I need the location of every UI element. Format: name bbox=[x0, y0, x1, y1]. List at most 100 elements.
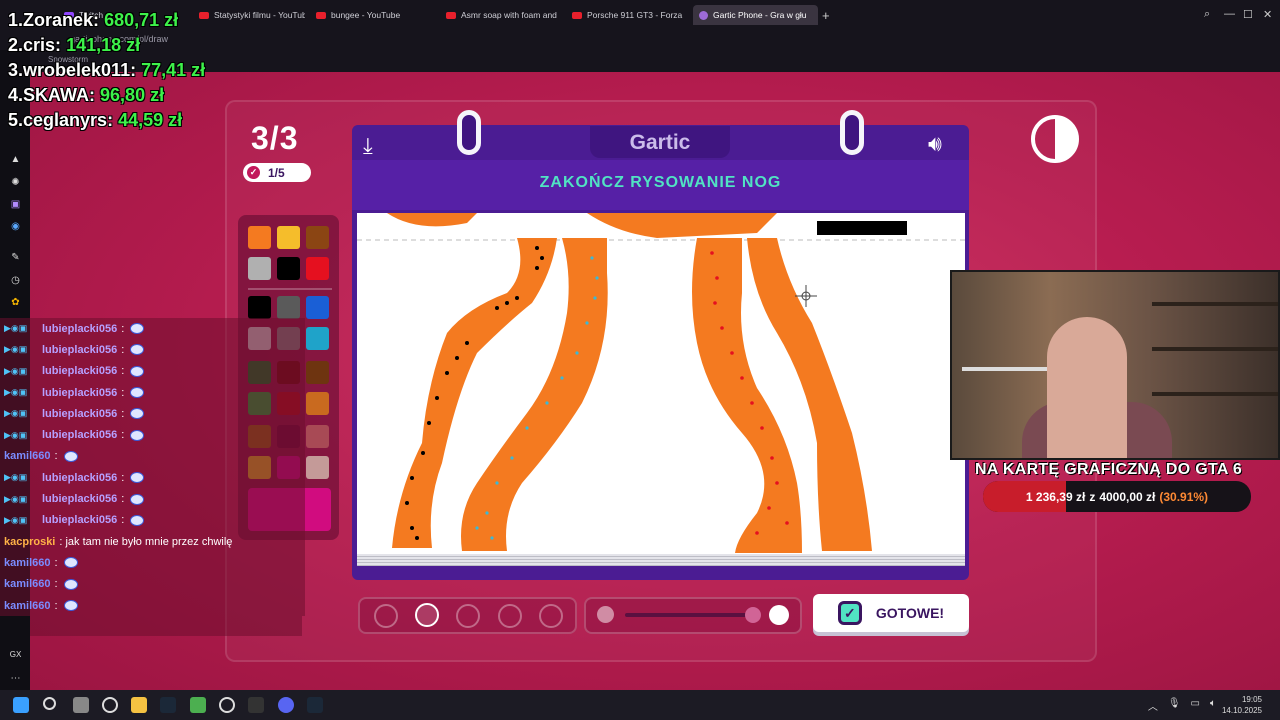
twitch-icon[interactable]: ▣ bbox=[9, 198, 22, 211]
color-swatch[interactable] bbox=[306, 456, 329, 479]
color-swatch[interactable] bbox=[248, 257, 271, 280]
notebook-pages bbox=[357, 554, 965, 566]
color-swatch[interactable] bbox=[306, 296, 329, 319]
emote-icon bbox=[130, 323, 145, 335]
steam-icon-2[interactable] bbox=[307, 697, 323, 713]
chat-text: : bbox=[121, 429, 125, 442]
chat-footer bbox=[30, 616, 302, 636]
slider-track bbox=[625, 613, 755, 617]
minecraft-icon[interactable] bbox=[190, 697, 206, 713]
messenger-icon[interactable]: ◉ bbox=[9, 220, 22, 233]
discord-icon[interactable] bbox=[278, 697, 294, 713]
chrome-icon[interactable] bbox=[219, 697, 235, 713]
chat-message: kacproski : jak tam nie było mnie przez c… bbox=[0, 530, 305, 553]
download-icon[interactable]: ⤓ bbox=[363, 133, 373, 159]
tab-porsche[interactable]: Porsche 911 GT3 - Forza bbox=[566, 5, 690, 25]
speaker-icon[interactable]: 🔈︎ bbox=[1210, 698, 1216, 713]
color-swatch[interactable] bbox=[306, 257, 329, 280]
search-icon[interactable] bbox=[43, 697, 56, 710]
chat-username[interactable]: lubieplacki056 bbox=[42, 493, 117, 505]
chat-text: : bbox=[121, 322, 125, 335]
pen-icon[interactable]: ✎ bbox=[9, 251, 22, 264]
color-swatch[interactable] bbox=[277, 296, 300, 319]
chat-text: : bbox=[54, 578, 58, 591]
tab-yt-stats[interactable]: Statystyki filmu - YouTube bbox=[193, 5, 305, 25]
obs-icon[interactable] bbox=[248, 697, 264, 713]
chat-username[interactable]: lubieplacki056 bbox=[42, 429, 117, 441]
extension-icon[interactable]: ✿ bbox=[9, 296, 22, 309]
donor-leaderboard: 1.Zoranek: 680,71 zł 2.cris: 141,18 zł 3.w… bbox=[8, 8, 205, 133]
chat-username[interactable]: lubieplacki056 bbox=[42, 472, 117, 484]
brush-size-3[interactable] bbox=[456, 604, 480, 628]
drawing-artwork bbox=[357, 213, 965, 553]
chat-text: : bbox=[54, 556, 58, 569]
color-swatch[interactable] bbox=[306, 327, 329, 350]
chat-text: : bbox=[121, 407, 125, 420]
more-icon[interactable]: ⋯ bbox=[9, 672, 22, 685]
network-icon[interactable]: ▭ bbox=[1191, 698, 1200, 713]
mic-icon[interactable]: 🎙︎ bbox=[1168, 698, 1181, 713]
tab-asmr[interactable]: Asmr soap with foam and bbox=[440, 5, 560, 25]
chat-username[interactable]: lubieplacki056 bbox=[42, 365, 117, 377]
chatgpt-icon[interactable]: ✺ bbox=[9, 176, 22, 189]
donor-entry: 3.wrobelek011: 77,41 zł bbox=[8, 60, 206, 80]
chat-username[interactable]: lubieplacki056 bbox=[42, 408, 117, 420]
chat-text: : jak tam nie było mnie przez chwilę bbox=[59, 535, 233, 548]
chat-username[interactable]: lubieplacki056 bbox=[42, 387, 117, 399]
done-button[interactable]: ✓ GOTOWE! bbox=[813, 594, 969, 632]
drawing-prompt: ZAKOŃCZ RYSOWANIE NOG bbox=[539, 174, 782, 191]
chat-text: : bbox=[54, 599, 58, 612]
goal-target: 4000,00 zł bbox=[1099, 489, 1156, 504]
steam-icon[interactable] bbox=[160, 697, 176, 713]
maximize-button[interactable]: ☐ bbox=[1243, 8, 1253, 21]
color-swatch[interactable] bbox=[306, 361, 329, 384]
gartic-icon bbox=[699, 10, 708, 20]
chat-username[interactable]: kamil660 bbox=[4, 450, 50, 462]
volume-icon[interactable]: 🔊︎ bbox=[928, 131, 942, 157]
close-window-button[interactable]: ✕ bbox=[1263, 8, 1272, 21]
chat-username[interactable]: kamil660 bbox=[4, 600, 50, 612]
color-swatch[interactable] bbox=[306, 226, 329, 249]
chat-message: ▶◉▣ lubieplacki056: bbox=[0, 488, 305, 510]
chat-username[interactable]: kamil660 bbox=[4, 557, 50, 569]
chat-message: kamil660: bbox=[0, 552, 305, 574]
search-tabs-icon[interactable]: ⌕ bbox=[1204, 8, 1210, 21]
minimize-button[interactable]: — bbox=[1224, 8, 1235, 20]
brush-size-1[interactable] bbox=[374, 604, 398, 628]
brush-size-2[interactable] bbox=[415, 603, 439, 627]
gx-icon[interactable]: GX bbox=[9, 648, 22, 661]
chat-text: : bbox=[54, 450, 58, 463]
color-swatch[interactable] bbox=[306, 425, 329, 448]
goal-current: 1 236,39 zł bbox=[1025, 489, 1086, 504]
donation-goal-bar: 1 236,39 zł z 4000,00 zł (30.91%) bbox=[983, 481, 1251, 512]
chat-username[interactable]: lubieplacki056 bbox=[42, 323, 117, 335]
new-tab-button[interactable]: + bbox=[822, 8, 830, 23]
task-view-icon[interactable] bbox=[73, 697, 89, 713]
chat-username[interactable]: lubieplacki056 bbox=[42, 344, 117, 356]
opera-gx-icon[interactable] bbox=[102, 697, 118, 713]
chat-username[interactable]: lubieplacki056 bbox=[42, 514, 117, 526]
color-swatch[interactable] bbox=[248, 296, 271, 319]
slider-max-dot bbox=[769, 605, 789, 625]
tab-bungee[interactable]: bungee - YouTube bbox=[310, 5, 430, 25]
chat-username[interactable]: kamil660 bbox=[4, 578, 50, 590]
chat-username[interactable]: kacproski bbox=[4, 536, 55, 548]
brush-size-5[interactable] bbox=[539, 604, 563, 628]
color-swatch[interactable] bbox=[248, 226, 271, 249]
color-swatch[interactable] bbox=[306, 392, 329, 415]
slider-handle[interactable] bbox=[745, 607, 761, 623]
tab-gartic[interactable]: Gartic Phone - Gra w głu bbox=[693, 5, 818, 25]
chat-text: : bbox=[121, 471, 125, 484]
color-swatch[interactable] bbox=[277, 257, 300, 280]
drawing-canvas[interactable] bbox=[357, 213, 965, 554]
file-explorer-icon[interactable] bbox=[131, 697, 147, 713]
aria-icon[interactable]: ▲ bbox=[9, 153, 22, 166]
chevron-up-icon[interactable]: ︿ bbox=[1148, 698, 1158, 713]
brush-size-4[interactable] bbox=[498, 604, 522, 628]
start-icon[interactable] bbox=[13, 697, 29, 713]
chat-badges-icon: ▶◉▣ bbox=[4, 344, 28, 355]
clock[interactable]: 19:05 14.10.2025 bbox=[1222, 694, 1262, 716]
clock-icon[interactable]: ◷ bbox=[9, 274, 22, 287]
chat-message: ▶◉▣ lubieplacki056: bbox=[0, 467, 305, 489]
color-swatch[interactable] bbox=[277, 226, 300, 249]
